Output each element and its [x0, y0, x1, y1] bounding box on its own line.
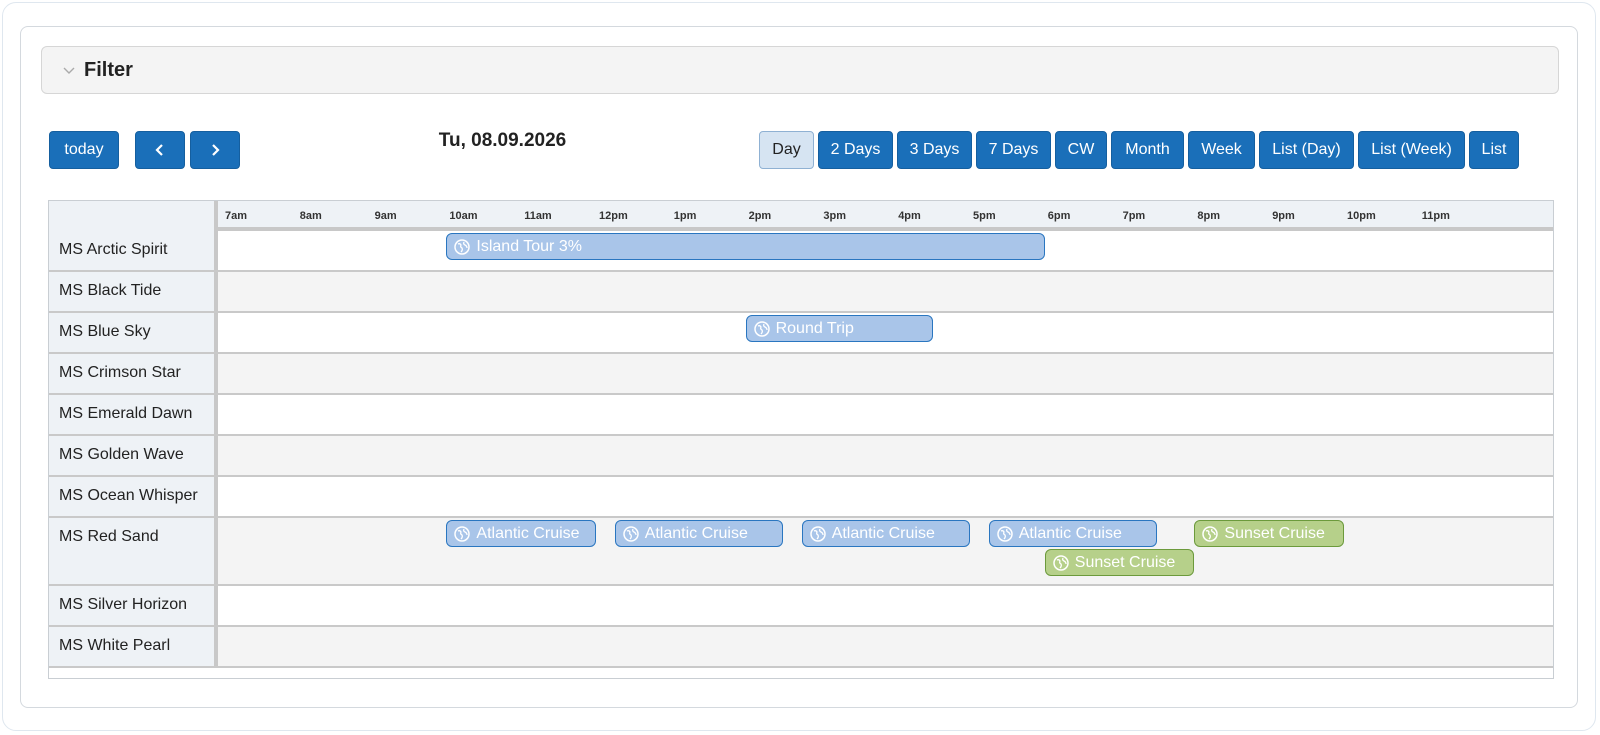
resource-label: MS Black Tide	[49, 272, 218, 311]
current-date-title: Tu, 08.09.2026	[438, 130, 567, 151]
view-7-days-button[interactable]: 7 Days	[976, 131, 1051, 169]
event-title: Round Trip	[775, 319, 854, 337]
event-title: Sunset Cruise	[1224, 524, 1325, 542]
hour-label: 8pm	[1197, 210, 1221, 222]
today-button[interactable]: today	[49, 131, 119, 169]
resource-row[interactable]: MS Golden Wave	[49, 436, 1553, 477]
resource-label: MS Golden Wave	[49, 436, 218, 475]
hour-label: 7pm	[1122, 210, 1146, 222]
event-title: Island Tour 3%	[476, 237, 582, 255]
resource-header-corner	[49, 201, 218, 231]
hour-label: 8am	[299, 210, 322, 222]
globe-icon	[622, 525, 639, 542]
hour-label: 11am	[524, 210, 552, 222]
next-button[interactable]	[190, 131, 240, 169]
chevron-right-icon	[212, 144, 220, 156]
view-2-days-button[interactable]: 2 Days	[818, 131, 893, 169]
hour-label: 7am	[225, 210, 248, 222]
resource-label: MS Crimson Star	[49, 354, 218, 393]
calendar-event[interactable]: Atlantic Cruise	[614, 520, 783, 547]
chevron-down-icon	[63, 67, 75, 74]
hour-label: 9am	[374, 210, 397, 222]
resource-label: MS Red Sand	[49, 518, 218, 584]
hour-label: 12pm	[599, 210, 628, 222]
hour-label: 1pm	[673, 210, 697, 222]
globe-icon	[1053, 554, 1069, 571]
globe-icon	[753, 320, 770, 337]
calendar-event[interactable]: Sunset Cruise	[1044, 549, 1195, 576]
hour-label: 6pm	[1047, 210, 1071, 222]
view-day-button[interactable]: Day	[759, 131, 814, 169]
resource-label: MS Blue Sky	[49, 313, 218, 352]
resource-label: MS Silver Horizon	[49, 586, 218, 625]
timeline-header: 7am 8am 9am 10am 11am 12pm 1pm 2pm 3pm 4pm 5pm 6pm 7…	[49, 201, 1553, 231]
hour-label: 4pm	[898, 210, 921, 222]
calendar-event[interactable]: Atlantic Cruise	[801, 520, 970, 547]
view-list-week-button[interactable]: List (Week)	[1358, 131, 1465, 169]
globe-icon	[454, 238, 471, 255]
resource-row[interactable]: MS Crimson Star	[49, 354, 1553, 395]
hour-label: 5pm	[973, 210, 996, 222]
hour-label: 10pm	[1347, 210, 1376, 222]
scheduler-grid: 7am 8am 9am 10am 11am 12pm 1pm 2pm 3pm 4pm 5pm 6pm 7…	[48, 200, 1554, 679]
view-week-button[interactable]: Week	[1188, 131, 1255, 169]
prev-button[interactable]	[135, 131, 185, 169]
hour-label: 11pm	[1421, 210, 1450, 222]
filter-panel-header[interactable]: Filter	[41, 46, 1559, 94]
view-3-days-button[interactable]: 3 Days	[897, 131, 972, 169]
hour-label: 2pm	[748, 210, 772, 222]
resource-label: MS Arctic Spirit	[49, 231, 218, 270]
event-title: Atlantic Cruise	[831, 524, 935, 542]
globe-icon	[454, 525, 471, 542]
resource-label: MS Emerald Dawn	[49, 395, 218, 434]
calendar-event[interactable]: Sunset Cruise	[1194, 520, 1344, 547]
event-title: Atlantic Cruise	[476, 524, 580, 542]
view-list-day-button[interactable]: List (Day)	[1259, 131, 1354, 169]
globe-icon	[809, 525, 826, 542]
resource-row[interactable]: MS Silver Horizon	[49, 586, 1553, 627]
event-title: Sunset Cruise	[1074, 553, 1176, 571]
resource-row[interactable]: MS Emerald Dawn	[49, 395, 1553, 436]
resource-label: MS White Pearl	[49, 627, 218, 666]
globe-icon	[996, 525, 1013, 542]
chevron-left-icon	[155, 144, 163, 156]
event-title: Atlantic Cruise	[644, 524, 748, 542]
view-list-button[interactable]: List	[1469, 131, 1519, 169]
view-cw-button[interactable]: CW	[1055, 131, 1107, 169]
event-title: Atlantic Cruise	[1018, 524, 1122, 542]
resource-row[interactable]: MS Black Tide	[49, 272, 1553, 313]
calendar-event[interactable]: Island Tour 3%	[446, 233, 1045, 260]
calendar-event[interactable]: Atlantic Cruise	[446, 520, 596, 547]
hour-label: 3pm	[823, 210, 847, 222]
view-month-button[interactable]: Month	[1111, 131, 1184, 169]
resource-row[interactable]: MS White Pearl	[49, 627, 1553, 668]
resource-label: MS Ocean Whisper	[49, 477, 218, 516]
hour-label: 10am	[449, 210, 478, 222]
hour-label: 9pm	[1272, 210, 1295, 222]
calendar-event[interactable]: Round Trip	[745, 315, 933, 342]
calendar-event[interactable]: Atlantic Cruise	[988, 520, 1157, 547]
resource-row[interactable]: MS Ocean Whisper	[49, 477, 1553, 518]
globe-icon	[1202, 525, 1219, 542]
filter-label: Filter	[84, 58, 133, 81]
